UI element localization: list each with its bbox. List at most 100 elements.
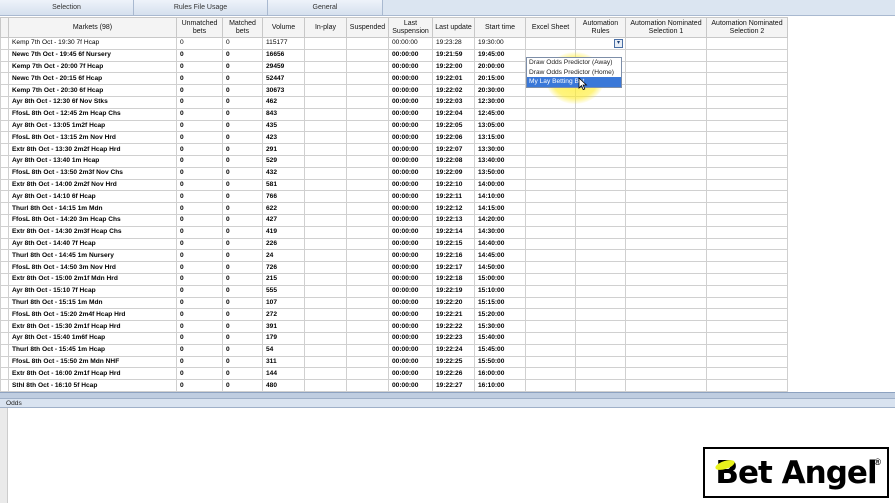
table-row[interactable]: Ayr 8th Oct - 13:05 1m2f Hcap 0 0 435 00:00:… [0,119,788,133]
unmatched-cell: 0 [176,261,223,274]
table-row[interactable]: FfosL 8th Oct - 12:45 2m Hcap Chs 0 0 843 00… [0,107,788,121]
market-cell: Extr 8th Oct - 15:30 2m1f Hcap Hrd [8,320,177,333]
matched-cell: 0 [222,48,263,62]
table-row[interactable]: Ayr 8th Oct - 13:40 1m Hcap 0 0 529 00:00:00… [0,154,788,168]
table-row[interactable]: Ayr 8th Oct - 15:40 1m6f Hcap 0 0 179 00:00:… [0,331,788,345]
tab-rules-file-usage-label: Rules File Usage [173,4,228,11]
table-row[interactable]: Extr 8th Oct - 14:00 2m2f Nov Hrd 0 0 581 00… [0,178,788,192]
excel-sheet-cell [525,320,576,333]
dropdown-option[interactable]: Draw Odds Predictor (Away) [527,58,621,68]
matched-cell: 0 [222,379,263,392]
tab-rules-file-usage[interactable]: Rules File Usage [134,0,268,15]
nominated-selection-2-cell [706,225,788,239]
nominated-selection-1-cell [625,320,707,333]
table-row[interactable]: Thurl 8th Oct - 14:45 1m Nursery 0 0 24 00:0… [0,249,788,263]
excel-sheet-cell [525,284,576,298]
table-row[interactable]: Extr 8th Oct - 15:30 2m1f Hcap Hrd 0 0 391 0… [0,320,788,333]
volume-cell: 107 [262,296,305,310]
table-row[interactable]: FfosL 8th Oct - 13:50 2m3f Nov Chs 0 0 432 0… [0,166,788,180]
nominated-selection-2-cell [706,95,788,109]
column-header[interactable]: Volume [262,17,305,38]
tab-general[interactable]: General [268,0,383,15]
column-header[interactable]: Start time [474,17,526,38]
excel-sheet-cell [525,331,576,345]
column-header[interactable]: Automation Nominated Selection 1 [625,17,707,38]
start-time-cell: 13:30:00 [474,143,526,156]
table-row[interactable]: FfosL 8th Oct - 14:50 3m Nov Hrd 0 0 726 00:… [0,261,788,274]
column-header[interactable]: Unmatched bets [176,17,223,38]
volume-cell: 766 [262,190,305,204]
nominated-selection-2-cell [706,284,788,298]
unmatched-cell: 0 [176,331,223,345]
automation-rules-cell [575,107,626,121]
table-row[interactable]: Kemp 7th Oct - 20:00 7f Hcap 0 0 29459 00:00… [0,60,788,74]
table-row[interactable]: Ayr 8th Oct - 12:30 6f Nov Stks 0 0 462 00:0… [0,95,788,109]
table-row[interactable]: FfosL 8th Oct - 14:20 3m Hcap Chs 0 0 427 00… [0,213,788,227]
nominated-selection-2-cell [706,272,788,286]
row-number-cell [0,367,9,381]
column-header[interactable]: Automation Rules [575,17,626,38]
table-row[interactable]: Sthl 8th Oct - 16:10 5f Hcap 0 0 480 00:00:0… [0,379,788,392]
dropdown-option-selected[interactable]: My Lay Betting Bot [527,77,621,87]
inplay-cell [304,202,347,215]
volume-cell: 423 [262,131,305,145]
table-row[interactable]: Kemp 7th Oct - 19:30 7f Hcap 0 0 115177 00:0… [0,37,788,50]
table-row[interactable]: Newc 7th Oct - 19:45 6f Nursery 0 0 16656 00… [0,48,788,62]
automation-rules-dropdown[interactable]: Draw Odds Predictor (Away) Draw Odds Pre… [526,57,622,88]
table-row[interactable]: Extr 8th Oct - 14:30 2m3f Hcap Chs 0 0 419 0… [0,225,788,239]
matched-cell: 0 [222,154,263,168]
automation-rules-cell [575,261,626,274]
market-cell: Thurl 8th Oct - 14:15 1m Mdn [8,202,177,215]
table-row[interactable]: FfosL 8th Oct - 13:15 2m Nov Hrd 0 0 423 00:… [0,131,788,145]
column-header[interactable]: In-play [304,17,347,38]
nominated-selection-2-cell [706,84,788,97]
nominated-selection-1-cell [625,119,707,133]
suspended-cell [346,178,389,192]
table-row[interactable]: Ayr 8th Oct - 15:10 7f Hcap 0 0 555 00:00:00… [0,284,788,298]
start-time-cell: 14:15:00 [474,202,526,215]
nominated-selection-1-cell [625,95,707,109]
last-suspension-cell: 00:00:00 [388,60,433,74]
automation-rules-cell [575,143,626,156]
table-row[interactable]: Thurl 8th Oct - 14:15 1m Mdn 0 0 622 00:00:0… [0,202,788,215]
column-header[interactable]: Automation Nominated Selection 2 [706,17,788,38]
table-row[interactable]: Ayr 8th Oct - 14:40 7f Hcap 0 0 226 00:00:00… [0,237,788,251]
unmatched-cell: 0 [176,355,223,369]
table-row[interactable]: Kemp 7th Oct - 20:30 6f Hcap 0 0 30673 00:00… [0,84,788,97]
start-time-cell: 15:20:00 [474,308,526,322]
column-header[interactable]: Last update [432,17,475,38]
table-row[interactable]: FfosL 8th Oct - 15:50 2m Mdn NHF 0 0 311 00:… [0,355,788,369]
table-row[interactable]: Thurl 8th Oct - 15:15 1m Mdn 0 0 107 00:00:0… [0,296,788,310]
column-header[interactable]: Excel Sheet [525,17,576,38]
column-header[interactable]: Suspended [346,17,389,38]
last-update-cell: 19:22:07 [432,143,475,156]
market-cell: FfosL 8th Oct - 14:50 3m Nov Hrd [8,261,177,274]
column-header[interactable]: Markets (98) [8,17,177,38]
table-row[interactable]: Extr 8th Oct - 13:30 2m2f Hcap Hrd 0 0 291 0… [0,143,788,156]
table-row[interactable]: Extr 8th Oct - 16:00 2m1f Hcap Hrd 0 0 144 0… [0,367,788,381]
table-row[interactable]: Extr 8th Oct - 15:00 2m1f Mdn Hrd 0 0 215 00… [0,272,788,286]
column-header[interactable]: Last Suspension [388,17,433,38]
table-row[interactable]: Ayr 8th Oct - 14:10 6f Hcap 0 0 766 00:00:00… [0,190,788,204]
matched-cell: 0 [222,166,263,180]
suspended-cell [346,202,389,215]
dropdown-arrow-icon[interactable]: ▾ [614,39,623,48]
column-header[interactable]: Matched bets [222,17,263,38]
table-row[interactable]: Newc 7th Oct - 20:15 6f Hcap 0 0 52447 00:00… [0,72,788,86]
automation-rules-cell [575,166,626,180]
start-time-cell: 16:00:00 [474,367,526,381]
unmatched-cell: 0 [176,320,223,333]
row-number-cell [0,213,9,227]
odds-panel-gutter [0,408,8,503]
inplay-cell [304,343,347,357]
market-cell: Kemp 7th Oct - 20:00 7f Hcap [8,60,177,74]
dropdown-option[interactable]: Draw Odds Predictor (Home) [527,68,621,78]
inplay-cell [304,296,347,310]
table-row[interactable]: Thurl 8th Oct - 15:45 1m Hcap 0 0 54 00:00:0… [0,343,788,357]
inplay-cell [304,237,347,251]
volume-cell: 555 [262,284,305,298]
tab-selection[interactable]: Selection [0,0,134,15]
table-row[interactable]: FfosL 8th Oct - 15:20 2m4f Hcap Hrd 0 0 272… [0,308,788,322]
nominated-selection-1-cell [625,154,707,168]
last-update-cell: 19:22:16 [432,249,475,263]
